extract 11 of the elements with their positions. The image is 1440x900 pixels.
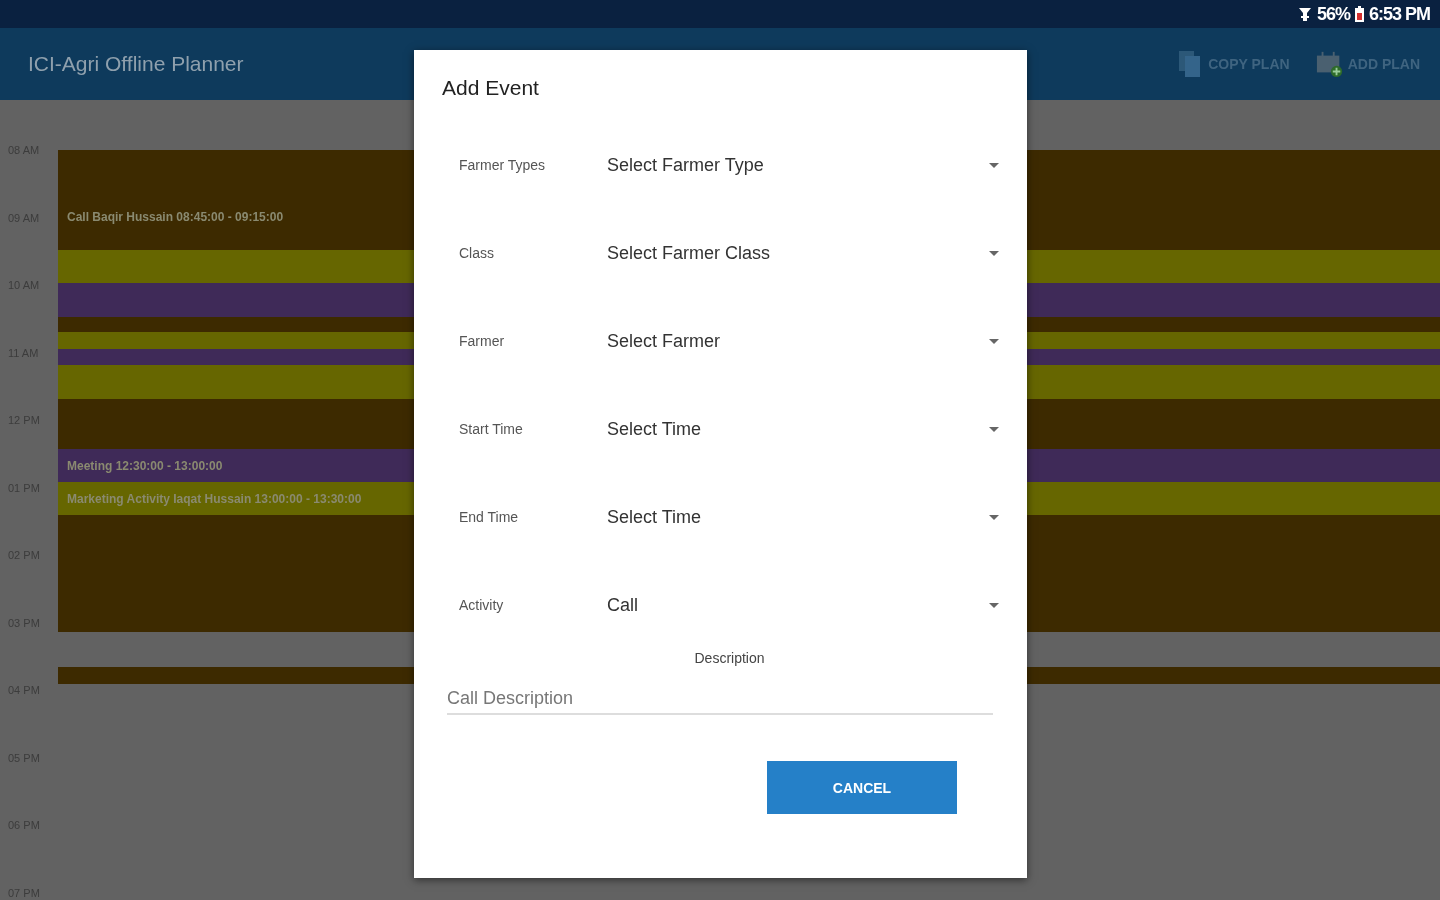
- field-label: Start Time: [458, 421, 524, 437]
- field-label: Farmer: [458, 333, 506, 349]
- field-label: Activity: [458, 597, 505, 613]
- dialog-title: Add Event: [442, 76, 540, 101]
- field-label: End Time: [458, 509, 520, 525]
- battery-percentage: 56%: [1316, 3, 1350, 25]
- field-label: Class: [458, 245, 495, 261]
- clock-time: 6:53 PM: [1368, 3, 1430, 25]
- field-label: Farmer Types: [458, 157, 547, 173]
- description-label: Description: [693, 650, 766, 666]
- app-title: ICI-Agri Offline Planner: [28, 52, 244, 76]
